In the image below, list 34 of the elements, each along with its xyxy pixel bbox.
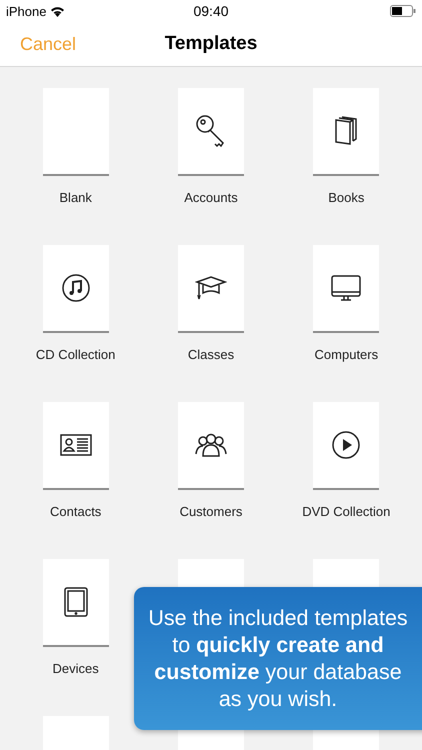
graduation-cap-icon: [194, 275, 227, 301]
template-label: Customers: [180, 504, 242, 519]
monitor-icon: [331, 274, 362, 302]
template-label: Contacts: [50, 504, 102, 519]
template-card[interactable]: [313, 245, 380, 333]
music-note-icon: [60, 273, 91, 303]
promo-text: Use the included templates to quickly create and customize your database as you wish.: [147, 604, 409, 712]
template-card[interactable]: [313, 402, 380, 490]
template-card[interactable]: [313, 88, 380, 176]
people-icon: [194, 432, 228, 458]
carrier-name: iPhone: [6, 4, 46, 18]
template-card[interactable]: [42, 245, 109, 333]
template-label: Computers: [314, 347, 378, 362]
wifi-icon: [50, 6, 66, 16]
page-title: Templates: [164, 33, 258, 55]
book-icon: [334, 116, 358, 146]
template-label: Books: [328, 190, 364, 205]
template-card[interactable]: [178, 402, 244, 490]
template-card[interactable]: [42, 559, 109, 647]
battery-icon: [390, 5, 416, 17]
template-label: DVD Collection: [302, 504, 390, 519]
template-label: CD Collection: [36, 347, 116, 362]
cancel-button[interactable]: Cancel: [0, 34, 76, 54]
template-label: Accounts: [184, 190, 238, 205]
template-label: Classes: [188, 347, 234, 362]
key-icon: [194, 114, 227, 148]
play-icon: [331, 430, 362, 460]
template-label: Devices: [52, 661, 99, 676]
tablet-icon: [64, 587, 88, 617]
contact-card-icon: [60, 434, 92, 456]
template-card[interactable]: [42, 402, 109, 490]
template-label: Blank: [59, 190, 92, 205]
clock-time: 09:40: [193, 3, 229, 19]
template-card[interactable]: [178, 245, 244, 333]
